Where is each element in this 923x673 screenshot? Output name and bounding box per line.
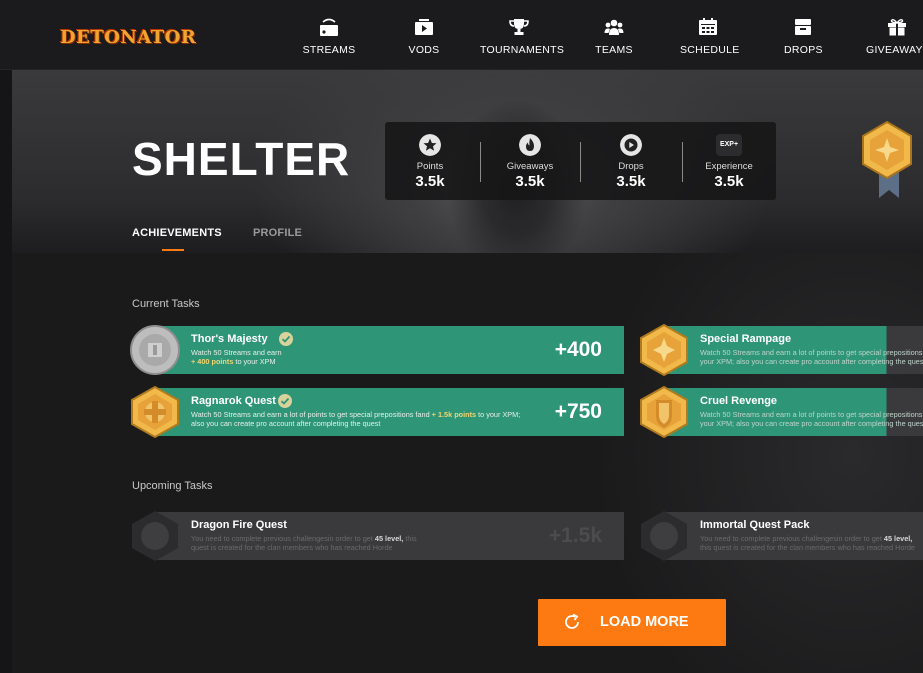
achievements-content (12, 253, 923, 673)
stat-divider (580, 142, 581, 182)
task-description: You need to complete previous challenges… (700, 534, 915, 552)
locked-medal-icon (641, 511, 687, 561)
stat-label: Experience (705, 161, 753, 172)
task-card[interactable]: Special Rampage Watch 50 Streams and ear… (639, 324, 923, 376)
nav-item-streams[interactable]: STREAMS (302, 18, 356, 62)
gift-icon (888, 18, 906, 36)
load-more-button[interactable]: LOAD MORE (538, 599, 726, 646)
play-icon (620, 134, 642, 156)
calendar-icon (699, 18, 717, 35)
stat-experience: EXP+ Experience 3.5k (684, 134, 774, 190)
stat-value: 3.5k (415, 173, 445, 190)
task-description: Watch 50 Streams and earn a lot of point… (700, 348, 923, 366)
task-points: +1.5k (548, 524, 602, 547)
nav-item-vods[interactable]: VODS (404, 18, 444, 62)
nav-label: STREAMS (302, 44, 356, 56)
stat-value: 3.5k (714, 173, 744, 190)
gold-shield-medal-icon (640, 386, 688, 438)
exp-icon: EXP+ (716, 134, 742, 156)
task-title: Immortal Quest Pack (700, 519, 810, 531)
top-navigation: DETONATOR STREAMS VODS TOURNAMENTS TEAMS… (0, 0, 923, 70)
task-description: Watch 50 Streams and earn + 400 points to… (191, 348, 282, 366)
nav-label: SCHEDULE (680, 44, 740, 56)
vods-icon (415, 19, 433, 35)
check-icon (278, 394, 292, 408)
task-description: Watch 50 Streams and earn a lot of point… (700, 410, 923, 428)
stat-label: Giveaways (506, 161, 554, 172)
stat-label: Points (416, 161, 444, 172)
nav-item-tournaments[interactable]: TOURNAMENTS (480, 18, 565, 62)
stat-divider (480, 142, 481, 182)
tab-profile[interactable]: PROFILE (253, 227, 302, 239)
stat-drops: Drops 3.5k (586, 134, 676, 190)
teams-icon (604, 19, 624, 35)
task-description: You need to complete previous challenges… (191, 534, 417, 552)
nav-item-teams[interactable]: TEAMS (593, 18, 635, 62)
flame-icon (519, 134, 541, 156)
nav-label: GIVEAWAYS (866, 44, 923, 56)
rank-badge-icon (862, 120, 912, 198)
stat-value: 3.5k (616, 173, 646, 190)
brand-logo[interactable]: DETONATOR (60, 27, 196, 48)
task-card-locked[interactable]: Dragon Fire Quest You need to complete p… (130, 511, 624, 561)
active-tab-indicator (162, 249, 184, 251)
load-more-label: LOAD MORE (600, 614, 689, 630)
silver-medal-icon (130, 325, 180, 375)
locked-medal-icon (132, 511, 178, 561)
stat-divider (682, 142, 683, 182)
nav-label: TOURNAMENTS (480, 44, 565, 56)
stat-points: Points 3.5k (385, 134, 475, 190)
nav-item-drops[interactable]: DROPS (784, 18, 823, 62)
drops-icon (795, 19, 811, 35)
star-icon (419, 134, 441, 156)
check-icon (279, 332, 293, 346)
task-title: Special Rampage (700, 333, 792, 345)
refresh-icon (565, 613, 579, 629)
gold-hex-medal-icon (640, 324, 688, 376)
task-title: Ragnarok Quest (191, 395, 276, 407)
task-card-locked[interactable]: Immortal Quest Pack You need to complete… (639, 511, 923, 561)
stat-giveaways: Giveaways 3.5k (485, 134, 575, 190)
tab-achievements[interactable]: ACHIEVEMENTS (132, 227, 222, 239)
stat-value: 3.5k (515, 173, 545, 190)
task-title: Cruel Revenge (700, 395, 778, 407)
page-title: SHELTER (132, 133, 351, 185)
section-title-current: Current Tasks (132, 298, 200, 310)
task-title: Thor's Majesty (191, 333, 268, 345)
task-description: Watch 50 Streams and earn a lot of point… (191, 410, 521, 428)
trophy-icon (509, 19, 529, 35)
task-points: +400 (554, 338, 602, 361)
stat-label: Drops (618, 161, 644, 172)
streams-icon (320, 18, 338, 36)
task-points: +750 (554, 400, 602, 423)
nav-label: DROPS (784, 44, 823, 56)
stats-panel: Points 3.5k Giveaways 3.5k Drops 3.5k EX… (385, 122, 776, 200)
nav-item-schedule[interactable]: SCHEDULE (680, 18, 740, 62)
nav-item-giveaways[interactable]: GIVEAWAYS (866, 18, 923, 62)
profile-hero: SHELTER Points 3.5k Giveaways 3.5k Drops… (12, 70, 923, 253)
task-card[interactable]: Thor's Majesty Watch 50 Streams and earn… (130, 325, 624, 375)
task-card[interactable]: Ragnarok Quest Watch 50 Streams and earn… (130, 386, 624, 438)
task-title: Dragon Fire Quest (191, 519, 287, 531)
task-card[interactable]: Cruel Revenge Watch 50 Streams and earn … (639, 386, 923, 438)
nav-label: TEAMS (595, 44, 633, 56)
gold-cross-medal-icon (131, 386, 179, 438)
nav-label: VODS (408, 44, 440, 56)
section-title-upcoming: Upcoming Tasks (132, 480, 213, 492)
